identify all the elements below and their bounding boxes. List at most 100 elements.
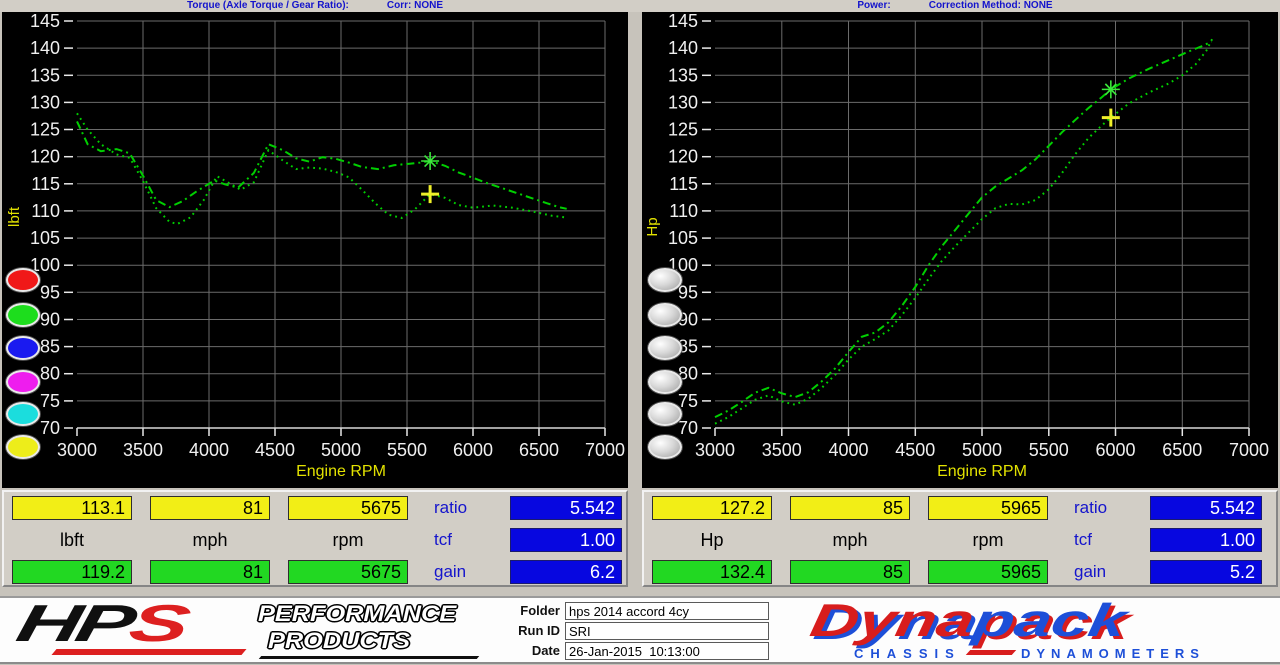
run-select-oval[interactable] xyxy=(648,370,682,394)
tcf-value: 1.00 xyxy=(1150,528,1262,552)
svg-text:130: 130 xyxy=(668,92,698,112)
run-select-oval[interactable] xyxy=(6,268,40,292)
svg-text:110: 110 xyxy=(31,201,60,221)
torque-chart-panel: 7075808590951001051101151201251301351401… xyxy=(2,12,628,488)
torque-chart[interactable]: 7075808590951001051101151201251301351401… xyxy=(2,12,628,488)
svg-text:125: 125 xyxy=(30,120,60,140)
svg-text:145: 145 xyxy=(668,12,698,31)
run-select-oval[interactable] xyxy=(6,336,40,360)
dynapack-swoosh xyxy=(966,650,1017,655)
svg-text:6500: 6500 xyxy=(519,440,559,460)
power-cursor-rpm: 5965 xyxy=(928,496,1048,520)
run-select-oval[interactable] xyxy=(648,402,682,426)
svg-text:125: 125 xyxy=(668,120,698,140)
power-cursor-mph: 85 xyxy=(790,496,910,520)
gain-value: 6.2 xyxy=(510,560,622,584)
svg-text:95: 95 xyxy=(40,282,60,302)
gain-label: gain xyxy=(1074,560,1144,584)
dynapack-pack: pack xyxy=(970,594,1131,646)
svg-text:85: 85 xyxy=(40,337,60,357)
torque-gain-value: 119.2 xyxy=(12,560,132,584)
svg-text:135: 135 xyxy=(668,65,698,85)
speed-unit-label: mph xyxy=(150,528,270,552)
run-select-oval[interactable] xyxy=(648,336,682,360)
folder-label: Folder xyxy=(500,602,560,620)
torque-unit-label: lbft xyxy=(12,528,132,552)
power-gain-rpm: 5965 xyxy=(928,560,1048,584)
svg-text:4500: 4500 xyxy=(895,440,935,460)
torque-gain-rpm: 5675 xyxy=(288,560,408,584)
svg-text:140: 140 xyxy=(668,38,698,58)
svg-text:5500: 5500 xyxy=(1029,440,1069,460)
tcf-value: 1.00 xyxy=(510,528,622,552)
svg-text:105: 105 xyxy=(30,228,60,248)
torque-correction-status: Corr: NONE xyxy=(387,0,443,12)
hps-hp: HP xyxy=(11,595,136,653)
svg-text:75: 75 xyxy=(678,391,698,411)
svg-text:115: 115 xyxy=(669,174,698,194)
hps-logo: HPS PERFORMANCE PRODUCTS xyxy=(20,598,490,662)
power-unit-label: Hp xyxy=(652,528,772,552)
run-select-oval[interactable] xyxy=(648,435,682,459)
footer-bar: HPS PERFORMANCE PRODUCTS Folder hps 2014 … xyxy=(0,596,1280,664)
dynapack-logo-word: Dynapack xyxy=(806,592,1131,648)
date-row: Date26-Jan-2015 10:13:00 xyxy=(500,642,780,662)
tcf-label: tcf xyxy=(1074,528,1144,552)
power-chart[interactable]: 7075808590951001051101151201251301351401… xyxy=(642,12,1278,488)
torque-chart-header: Torque (Axle Torque / Gear Ratio): Corr:… xyxy=(0,0,630,12)
power-chart-header: Power: Correction Method: NONE xyxy=(630,0,1280,12)
svg-text:6000: 6000 xyxy=(453,440,493,460)
svg-text:3000: 3000 xyxy=(57,440,97,460)
dynapack-dynamometers-text: DYNAMOMETERS xyxy=(1021,646,1205,661)
torque-readout-panel: 113.1 81 5675 lbft mph rpm 119.2 81 5675… xyxy=(2,490,628,587)
hps-performance-text: PERFORMANCE xyxy=(258,601,456,627)
run-select-oval[interactable] xyxy=(648,268,682,292)
torque-cursor-rpm: 5675 xyxy=(288,496,408,520)
run-info-fields: Folder hps 2014 accord 4cy Run IDSRI Date… xyxy=(500,602,780,662)
svg-text:5500: 5500 xyxy=(387,440,427,460)
svg-text:Engine RPM: Engine RPM xyxy=(296,463,386,480)
svg-text:4000: 4000 xyxy=(828,440,868,460)
svg-text:7000: 7000 xyxy=(585,440,625,460)
svg-text:4500: 4500 xyxy=(255,440,295,460)
svg-text:Hp: Hp xyxy=(644,217,661,236)
hps-underline xyxy=(259,656,480,659)
svg-text:6000: 6000 xyxy=(1095,440,1135,460)
window-title-strip: Torque (Axle Torque / Gear Ratio): Corr:… xyxy=(0,0,1280,12)
folder-row: Folder hps 2014 accord 4cy xyxy=(500,602,780,622)
svg-text:140: 140 xyxy=(30,38,60,58)
run-select-oval[interactable] xyxy=(6,435,40,459)
rpm-unit-label: rpm xyxy=(288,528,408,552)
run-id-input[interactable]: SRI xyxy=(565,622,769,640)
svg-text:4000: 4000 xyxy=(189,440,229,460)
svg-text:105: 105 xyxy=(668,228,698,248)
svg-text:90: 90 xyxy=(40,310,60,330)
svg-text:130: 130 xyxy=(30,92,60,112)
svg-text:95: 95 xyxy=(678,282,698,302)
ratio-label: ratio xyxy=(1074,496,1144,520)
svg-text:115: 115 xyxy=(31,174,60,194)
svg-text:3500: 3500 xyxy=(123,440,163,460)
run-select-oval[interactable] xyxy=(6,370,40,394)
torque-cursor-value: 113.1 xyxy=(12,496,132,520)
date-input[interactable]: 26-Jan-2015 10:13:00 xyxy=(565,642,769,660)
run-select-oval[interactable] xyxy=(6,303,40,327)
svg-text:70: 70 xyxy=(678,418,698,438)
svg-text:Engine RPM: Engine RPM xyxy=(937,463,1027,480)
rpm-unit-label: rpm xyxy=(928,528,1048,552)
torque-cursor-mph: 81 xyxy=(150,496,270,520)
svg-text:6500: 6500 xyxy=(1162,440,1202,460)
run-id-row: Run IDSRI xyxy=(500,622,780,642)
svg-text:5000: 5000 xyxy=(321,440,361,460)
tcf-label: tcf xyxy=(434,528,504,552)
run-select-oval[interactable] xyxy=(648,303,682,327)
svg-text:5000: 5000 xyxy=(962,440,1002,460)
run-select-oval[interactable] xyxy=(6,402,40,426)
torque-gain-mph: 81 xyxy=(150,560,270,584)
power-correction-status: Correction Method: NONE xyxy=(929,0,1053,12)
torque-header-title: Torque (Axle Torque / Gear Ratio): xyxy=(187,0,349,12)
power-gain-mph: 85 xyxy=(790,560,910,584)
folder-input[interactable]: hps 2014 accord 4cy xyxy=(565,602,769,620)
ratio-value: 5.542 xyxy=(1150,496,1262,520)
svg-text:120: 120 xyxy=(668,147,698,167)
